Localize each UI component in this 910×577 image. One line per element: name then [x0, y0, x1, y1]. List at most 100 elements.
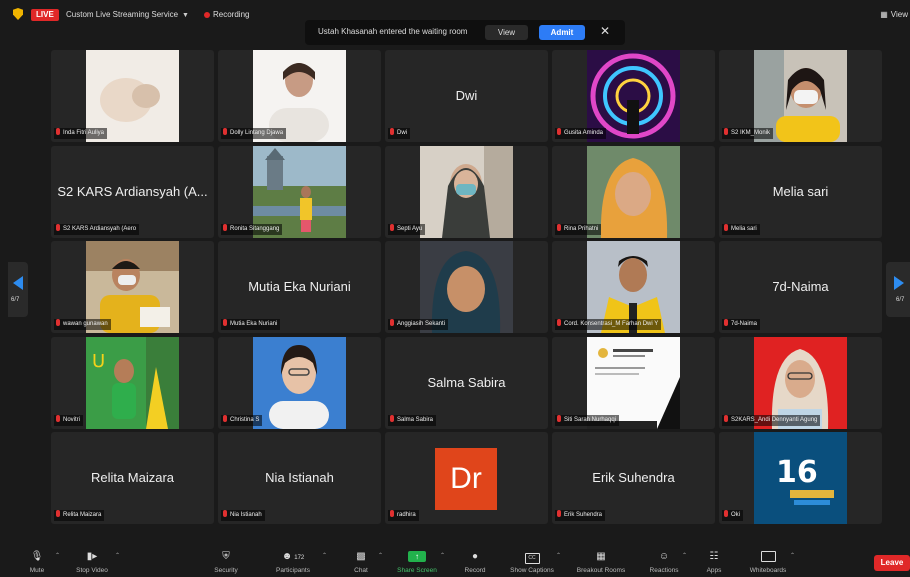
record-button[interactable]: ● Record	[458, 545, 492, 577]
participant-video	[253, 336, 346, 429]
participant-name-text: wawan gunawan	[63, 321, 108, 327]
participant-name-text: 7d-Naima	[731, 321, 758, 327]
muted-microphone-icon	[390, 510, 394, 517]
participant-name-text: radhira	[397, 512, 416, 518]
participant-tile[interactable]: Erik Suhendra Erik Suhendra	[552, 432, 715, 524]
mute-button[interactable]: 🎙 Mute	[22, 545, 52, 577]
participant-tile[interactable]: 16 Oki	[719, 432, 882, 524]
participant-name-text: Nia Istianah	[230, 512, 262, 518]
next-page-button[interactable]: 6/7	[886, 262, 910, 317]
record-label: Record	[464, 567, 486, 574]
shield-icon[interactable]	[13, 8, 23, 20]
muted-microphone-icon	[557, 128, 561, 135]
participant-tile[interactable]: wawan gunawan	[51, 241, 214, 333]
participant-name-text: S2KARS_Andi Dennyanti Agung	[731, 416, 818, 423]
muted-microphone-icon	[724, 414, 728, 422]
share-screen-label: Share Screen	[397, 567, 437, 574]
whiteboard-icon	[760, 551, 776, 562]
participant-tile[interactable]: U Novitri	[51, 336, 214, 429]
share-screen-button[interactable]: ↑ Share Screen	[392, 545, 442, 577]
participant-tile[interactable]: Christina S	[218, 336, 381, 429]
participant-name-text: Rina Prihatni	[564, 225, 599, 232]
chat-options-chevron-icon[interactable]: ⌃	[378, 552, 383, 559]
participant-tile[interactable]: Inda Fitri Auliya	[51, 50, 214, 142]
participant-tile[interactable]: Mutia Eka Nuriani Mutia Eka Nuriani	[218, 241, 381, 333]
participant-name-label: Christina S	[221, 414, 263, 426]
whiteboards-options-chevron-icon[interactable]: ⌃	[790, 552, 795, 559]
participant-name-label: Erik Suhendra	[555, 510, 606, 521]
participant-tile[interactable]: Melia sari Melia sari	[719, 145, 882, 238]
audio-options-chevron-icon[interactable]: ⌃	[55, 552, 60, 559]
participant-tile[interactable]: Salma Sabira Salma Sabira	[385, 336, 548, 429]
whiteboards-button[interactable]: Whiteboards	[740, 545, 796, 577]
participant-name-label: Ronita Sitanggang	[221, 223, 283, 235]
participant-name-label: Oki	[722, 510, 743, 521]
participant-tile[interactable]: Dr radhira	[385, 432, 548, 524]
share-options-chevron-icon[interactable]: ⌃	[440, 552, 445, 559]
reactions-button[interactable]: ☺ Reactions	[642, 545, 686, 577]
stream-service-menu[interactable]: Custom Live Streaming Service ▼	[66, 10, 189, 19]
participant-video: U	[86, 336, 179, 429]
breakout-rooms-button[interactable]: ▦ Breakout Rooms	[570, 545, 632, 577]
admit-button[interactable]: Admit	[539, 25, 585, 40]
participants-button[interactable]: ☻ 172 Participants	[268, 545, 318, 577]
show-captions-label: Show Captions	[510, 567, 554, 574]
muted-microphone-icon	[56, 414, 60, 422]
participant-tile[interactable]: Septi Ayu	[385, 145, 548, 238]
muted-microphone-icon	[223, 319, 227, 326]
previous-page-button[interactable]: 6/7	[8, 262, 28, 317]
participant-tile[interactable]: Dolly Lintang Djawa	[218, 50, 381, 142]
video-options-chevron-icon[interactable]: ⌃	[115, 552, 120, 559]
participant-video	[420, 145, 513, 238]
leave-button[interactable]: Leave	[874, 555, 910, 571]
participant-tile[interactable]: Gusita Aminda	[552, 50, 715, 142]
participant-tile[interactable]: Dwi Dwi	[385, 50, 548, 142]
participant-tile[interactable]: Relita Maizara Relita Maizara	[51, 432, 214, 524]
participant-tile[interactable]: S2 KARS Ardiansyah (A... S2 KARS Ardiansy…	[51, 145, 214, 238]
apps-button[interactable]: ☷ Apps	[700, 545, 728, 577]
muted-microphone-icon	[223, 414, 227, 422]
participant-name-label: S2 KARS Ardiansyah (Aero	[54, 223, 140, 235]
recording-label: Recording	[213, 10, 250, 19]
arrow-right-icon	[894, 276, 904, 290]
chat-button[interactable]: ▩ Chat	[346, 545, 376, 577]
participant-name-label: Salma Sabira	[388, 414, 437, 426]
participant-name-label: Dwi	[388, 128, 410, 139]
live-badge[interactable]: LIVE	[31, 9, 59, 21]
security-button[interactable]: ⛨ Security	[208, 545, 244, 577]
muted-microphone-icon	[724, 319, 728, 326]
view-menu-button[interactable]: ▦ View	[880, 10, 908, 19]
participant-tile[interactable]: Siti Sarah Nurhaqqi	[552, 336, 715, 429]
stop-video-button[interactable]: ▮▸ Stop Video	[72, 545, 112, 577]
participant-name-label: Mutia Eka Nuriani	[221, 319, 281, 330]
participant-tile[interactable]: Anggiasih Sekanti	[385, 241, 548, 333]
participant-name-text: Siti Sarah Nurhaqqi	[564, 416, 617, 423]
participant-tile[interactable]: Cord. Konsentrasi_M Farhan Dwi Y	[552, 241, 715, 333]
participant-tile[interactable]: Ronita Sitanggang	[218, 145, 381, 238]
participant-name-text: Gusita Aminda	[564, 130, 604, 136]
participant-name-text: Septi Ayu	[397, 225, 423, 232]
muted-microphone-icon	[223, 128, 227, 135]
svg-text:U: U	[92, 351, 105, 372]
participant-name-text: Relita Maizara	[63, 512, 102, 518]
participant-tile[interactable]: S2 IKM_Monik	[719, 50, 882, 142]
participant-tile[interactable]: 7d-Naima 7d-Naima	[719, 241, 882, 333]
muted-microphone-icon	[390, 128, 394, 135]
participant-name-label: Dolly Lintang Djawa	[221, 128, 287, 139]
apps-label: Apps	[706, 567, 722, 574]
participant-tile[interactable]: S2KARS_Andi Dennyanti Agung	[719, 336, 882, 429]
muted-microphone-icon	[56, 510, 60, 517]
captions-options-chevron-icon[interactable]: ⌃	[556, 552, 561, 559]
participant-tile[interactable]: Nia Istianah Nia Istianah	[218, 432, 381, 524]
participant-display-name: Mutia Eka Nuriani	[248, 279, 351, 294]
participant-name-text: Cord. Konsentrasi_M Farhan Dwi Y	[564, 321, 659, 327]
reactions-options-chevron-icon[interactable]: ⌃	[682, 552, 687, 559]
view-menu-label: View	[890, 10, 908, 19]
muted-microphone-icon	[557, 223, 561, 231]
participant-tile[interactable]: Rina Prihatni	[552, 145, 715, 238]
participant-display-name: Nia Istianah	[265, 470, 334, 485]
show-captions-button[interactable]: CC Show Captions	[504, 545, 560, 577]
notification-view-button[interactable]: View	[485, 25, 528, 40]
close-icon[interactable]: ✕	[600, 24, 610, 38]
participants-options-chevron-icon[interactable]: ⌃	[322, 552, 327, 559]
